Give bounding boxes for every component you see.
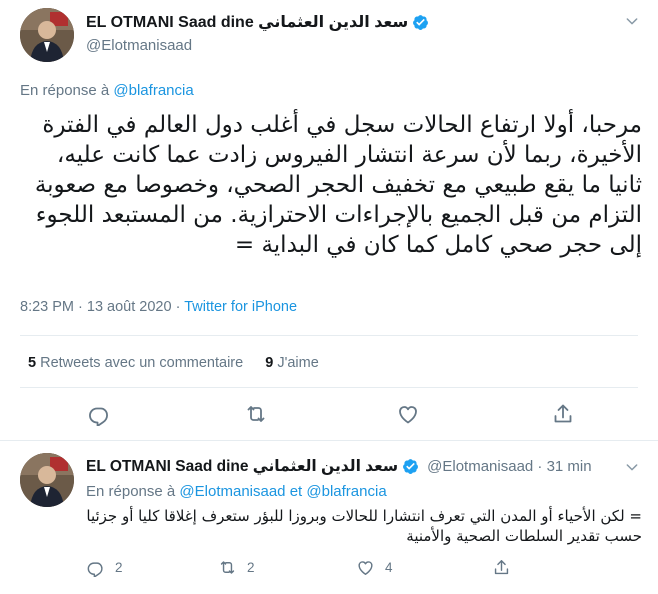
- like-icon[interactable]: [396, 402, 420, 426]
- divider: [20, 387, 638, 388]
- chevron-down-icon[interactable]: [624, 13, 640, 29]
- divider: [20, 335, 638, 336]
- likes-stat[interactable]: 9 J'aime: [265, 355, 319, 371]
- reply-action[interactable]: 2: [86, 558, 123, 577]
- reply-handle-link[interactable]: @blafrancia: [306, 483, 386, 500]
- chevron-down-icon[interactable]: [624, 459, 640, 475]
- retweets-count: 5: [28, 355, 37, 371]
- author-handle-time[interactable]: @Elotmanisaad · 31 min: [427, 458, 591, 475]
- reply-context: En réponse à @Elotmanisaad et @blafranci…: [86, 483, 387, 500]
- verified-badge-icon: [402, 458, 419, 475]
- share-action[interactable]: [492, 558, 521, 577]
- like-icon: [356, 558, 385, 577]
- share-icon[interactable]: [551, 402, 575, 426]
- likes-label: J'aime: [277, 355, 319, 371]
- main-tweet: EL OTMANI Saad dine سعد الدين العثماني @…: [0, 0, 658, 441]
- tweet-text: مرحبا، أولا ارتفاع الحالات سجل في أغلب د…: [34, 112, 642, 258]
- display-name[interactable]: EL OTMANI Saad dine سعد الدين العثماني: [86, 457, 398, 476]
- reply-icon: [86, 558, 115, 577]
- reply-icon[interactable]: [87, 402, 111, 426]
- reply-count: 2: [115, 560, 123, 575]
- author-name-row: EL OTMANI Saad dine سعد الدين العثماني @…: [86, 457, 592, 476]
- author-handle[interactable]: @Elotmanisaad: [86, 37, 192, 54]
- reply-prefix: En réponse à: [86, 483, 176, 500]
- like-action[interactable]: 4: [356, 558, 393, 577]
- retweet-count: 2: [247, 560, 255, 575]
- tweet-timestamp[interactable]: 8:23 PM · 13 août 2020 ·: [20, 299, 184, 315]
- tweet-actions: 2 2 4: [86, 558, 606, 578]
- tweet-text: = لكن الأحياء أو المدن التي تعرف انتشارا…: [86, 507, 642, 545]
- reply-handle-link[interactable]: @Elotmanisaad: [179, 483, 285, 500]
- tweet-meta: 8:23 PM · 13 août 2020 · Twitter for iPh…: [20, 299, 297, 315]
- retweet-action[interactable]: 2: [218, 558, 255, 577]
- tweet-source-link[interactable]: Twitter for iPhone: [184, 299, 297, 315]
- reply-handle-link[interactable]: @blafrancia: [113, 82, 193, 99]
- avatar[interactable]: [20, 453, 74, 507]
- display-name[interactable]: EL OTMANI Saad dine سعد الدين العثماني: [86, 12, 408, 32]
- verified-badge-icon: [412, 14, 429, 31]
- reply-and-label: et: [289, 483, 303, 500]
- like-count: 4: [385, 560, 393, 575]
- share-icon: [492, 558, 521, 577]
- retweets-label: Retweets avec un commentaire: [40, 355, 244, 371]
- retweet-icon[interactable]: [244, 402, 268, 426]
- reply-prefix: En réponse à: [20, 82, 110, 99]
- avatar[interactable]: [20, 8, 74, 62]
- reply-context: En réponse à @blafrancia: [20, 82, 194, 99]
- tweet-actions: [0, 402, 658, 428]
- likes-count: 9: [265, 355, 274, 371]
- author-name-row: EL OTMANI Saad dine سعد الدين العثماني: [86, 12, 429, 32]
- tweet-stats: 5 Retweets avec un commentaire 9 J'aime: [28, 355, 341, 371]
- retweets-stat[interactable]: 5 Retweets avec un commentaire: [28, 355, 243, 371]
- retweet-icon: [218, 558, 247, 577]
